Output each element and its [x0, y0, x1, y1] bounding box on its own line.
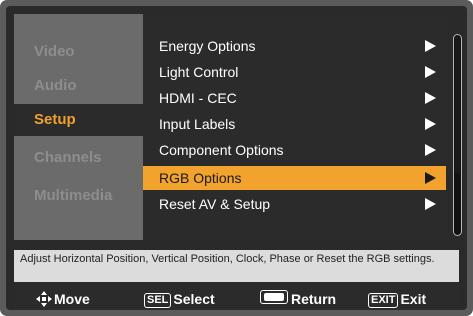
menu-item-energy-options[interactable]: Energy Options — [143, 34, 446, 58]
dpad-arrows-icon — [36, 291, 52, 307]
chevron-right-icon — [425, 118, 436, 130]
setup-menu-list: Energy Options Light Control HDMI - CEC … — [143, 14, 446, 240]
chevron-right-icon — [425, 92, 436, 104]
tv-menu-frame: Video Audio Setup Channels Multimedia En… — [0, 0, 473, 316]
exit-key-icon: EXIT — [368, 293, 399, 308]
menu-item-light-control[interactable]: Light Control — [143, 60, 446, 84]
chevron-right-icon — [425, 40, 436, 52]
menu-item-label: Component Options — [159, 142, 284, 158]
help-text: Adjust Horizontal Position, Vertical Pos… — [20, 253, 435, 265]
menu-item-label: Reset AV & Setup — [159, 196, 271, 212]
sel-key-icon: SEL — [144, 293, 172, 308]
move-label: Move — [54, 291, 90, 307]
return-hint: Return — [260, 290, 336, 308]
return-label: Return — [291, 291, 337, 307]
tv-menu-panel: Video Audio Setup Channels Multimedia En… — [6, 6, 467, 310]
move-hint: Move — [36, 290, 90, 308]
category-sidebar: Video Audio Setup Channels Multimedia — [14, 14, 143, 240]
menu-item-rgb-options[interactable]: RGB Options — [143, 166, 446, 190]
menu-item-label: HDMI - CEC — [159, 90, 237, 106]
button-hint-bar: Move SEL Select Return EXIT Exit — [14, 286, 459, 310]
scrollbar-thumb[interactable] — [455, 36, 460, 174]
sidebar-item-channels[interactable]: Channels — [14, 142, 143, 174]
sidebar-item-setup[interactable]: Setup — [14, 104, 143, 136]
menu-item-label: Light Control — [159, 64, 239, 80]
menu-item-reset-av-setup[interactable]: Reset AV & Setup — [143, 192, 446, 216]
select-hint: SEL Select — [144, 290, 215, 308]
chevron-right-icon — [425, 66, 436, 78]
menu-item-hdmi-cec[interactable]: HDMI - CEC — [143, 86, 446, 110]
menu-item-input-labels[interactable]: Input Labels — [143, 112, 446, 136]
exit-hint: EXIT Exit — [368, 290, 426, 308]
sidebar-item-audio[interactable]: Audio — [14, 70, 143, 102]
menu-item-label: RGB Options — [159, 170, 242, 186]
chevron-right-icon — [425, 172, 436, 184]
sidebar-item-multimedia[interactable]: Multimedia — [14, 180, 143, 212]
menu-scrollbar[interactable] — [453, 34, 462, 236]
menu-item-component-options[interactable]: Component Options — [143, 138, 446, 162]
sidebar-item-video[interactable]: Video — [14, 36, 143, 68]
help-text-bar: Adjust Horizontal Position, Vertical Pos… — [14, 250, 459, 282]
menu-item-label: Energy Options — [159, 38, 256, 54]
chevron-right-icon — [425, 198, 436, 210]
select-label: Select — [173, 291, 215, 307]
chevron-right-icon — [425, 144, 436, 156]
menu-item-label: Input Labels — [159, 116, 236, 132]
exit-label: Exit — [400, 291, 427, 307]
return-key-icon — [260, 290, 288, 304]
